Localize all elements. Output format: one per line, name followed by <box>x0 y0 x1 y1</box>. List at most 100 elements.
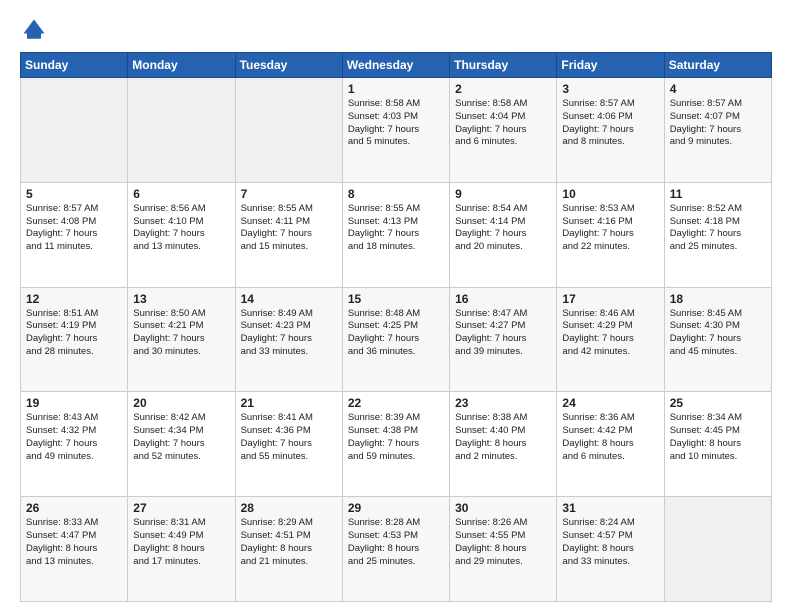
calendar-cell: 12Sunrise: 8:51 AM Sunset: 4:19 PM Dayli… <box>21 287 128 392</box>
day-info: Sunrise: 8:57 AM Sunset: 4:08 PM Dayligh… <box>26 203 122 254</box>
calendar-cell: 22 Sunrise: 8:39 AM Sunset: 4:38 PM Dayli… <box>342 392 449 497</box>
day-info: Sunrise: 8:45 AM Sunset: 4:30 PM Dayligh… <box>670 308 766 359</box>
day-number: 14 <box>241 292 337 306</box>
calendar-cell: 26 Sunrise: 8:33 AM Sunset: 4:47 PM Dayli… <box>21 497 128 602</box>
calendar-cell: 13 Sunrise: 8:50 AM Sunset: 4:21 PM Dayli… <box>128 287 235 392</box>
day-info: Sunrise: 8:29 AM Sunset: 4:51 PM Dayligh… <box>241 517 337 568</box>
day-number: 2 <box>455 82 551 96</box>
calendar-week-2: 5 Sunrise: 8:57 AM Sunset: 4:08 PM Daylig… <box>21 182 772 287</box>
day-info: Sunrise: 8:55 AM Sunset: 4:13 PM Dayligh… <box>348 203 444 254</box>
day-info: Sunrise: 8:41 AM Sunset: 4:36 PM Dayligh… <box>241 412 337 463</box>
calendar-cell <box>21 78 128 183</box>
calendar-cell: 31 Sunrise: 8:24 AM Sunset: 4:57 PM Dayli… <box>557 497 664 602</box>
day-number: 31 <box>562 501 658 515</box>
calendar-table: SundayMondayTuesdayWednesdayThursdayFrid… <box>20 52 772 602</box>
day-number: 22 <box>348 396 444 410</box>
day-number: 16 <box>455 292 551 306</box>
day-number: 4 <box>670 82 766 96</box>
calendar-cell: 23Sunrise: 8:38 AM Sunset: 4:40 PM Dayli… <box>450 392 557 497</box>
day-number: 5 <box>26 187 122 201</box>
calendar-cell: 15 Sunrise: 8:48 AM Sunset: 4:25 PM Dayli… <box>342 287 449 392</box>
day-info: Sunrise: 8:49 AM Sunset: 4:23 PM Dayligh… <box>241 308 337 359</box>
calendar-cell: 24 Sunrise: 8:36 AM Sunset: 4:42 PM Dayli… <box>557 392 664 497</box>
day-number: 17 <box>562 292 658 306</box>
day-info: Sunrise: 8:53 AM Sunset: 4:16 PM Dayligh… <box>562 203 658 254</box>
day-info: Sunrise: 8:58 AM Sunset: 4:03 PM Dayligh… <box>348 98 444 149</box>
day-number: 19 <box>26 396 122 410</box>
calendar-weekday-sunday: Sunday <box>21 53 128 78</box>
day-number: 27 <box>133 501 229 515</box>
calendar-cell: 25 Sunrise: 8:34 AM Sunset: 4:45 PM Dayli… <box>664 392 771 497</box>
calendar-weekday-saturday: Saturday <box>664 53 771 78</box>
calendar-cell: 9 Sunrise: 8:54 AM Sunset: 4:14 PM Daylig… <box>450 182 557 287</box>
calendar-cell: 5 Sunrise: 8:57 AM Sunset: 4:08 PM Daylig… <box>21 182 128 287</box>
calendar-cell: 19 Sunrise: 8:43 AM Sunset: 4:32 PM Dayli… <box>21 392 128 497</box>
calendar-cell: 28 Sunrise: 8:29 AM Sunset: 4:51 PM Dayli… <box>235 497 342 602</box>
day-number: 26 <box>26 501 122 515</box>
calendar-header-row: SundayMondayTuesdayWednesdayThursdayFrid… <box>21 53 772 78</box>
calendar-cell: 7 Sunrise: 8:55 AM Sunset: 4:11 PM Daylig… <box>235 182 342 287</box>
day-number: 7 <box>241 187 337 201</box>
day-info: Sunrise: 8:55 AM Sunset: 4:11 PM Dayligh… <box>241 203 337 254</box>
day-number: 13 <box>133 292 229 306</box>
calendar-cell: 21 Sunrise: 8:41 AM Sunset: 4:36 PM Dayli… <box>235 392 342 497</box>
calendar-cell <box>664 497 771 602</box>
calendar-cell: 4 Sunrise: 8:57 AM Sunset: 4:07 PM Daylig… <box>664 78 771 183</box>
calendar-week-4: 19 Sunrise: 8:43 AM Sunset: 4:32 PM Dayli… <box>21 392 772 497</box>
calendar-week-5: 26 Sunrise: 8:33 AM Sunset: 4:47 PM Dayli… <box>21 497 772 602</box>
day-number: 20 <box>133 396 229 410</box>
calendar-cell: 27 Sunrise: 8:31 AM Sunset: 4:49 PM Dayli… <box>128 497 235 602</box>
day-number: 6 <box>133 187 229 201</box>
header <box>20 16 772 44</box>
day-number: 11 <box>670 187 766 201</box>
page: SundayMondayTuesdayWednesdayThursdayFrid… <box>0 0 792 612</box>
calendar-cell: 20 Sunrise: 8:42 AM Sunset: 4:34 PM Dayli… <box>128 392 235 497</box>
day-info: Sunrise: 8:26 AM Sunset: 4:55 PM Dayligh… <box>455 517 551 568</box>
day-info: Sunrise: 8:28 AM Sunset: 4:53 PM Dayligh… <box>348 517 444 568</box>
logo-icon <box>20 16 48 44</box>
calendar-week-3: 12Sunrise: 8:51 AM Sunset: 4:19 PM Dayli… <box>21 287 772 392</box>
logo <box>20 16 52 44</box>
day-info: Sunrise: 8:48 AM Sunset: 4:25 PM Dayligh… <box>348 308 444 359</box>
day-number: 25 <box>670 396 766 410</box>
calendar-cell: 11 Sunrise: 8:52 AM Sunset: 4:18 PM Dayli… <box>664 182 771 287</box>
calendar-cell: 29 Sunrise: 8:28 AM Sunset: 4:53 PM Dayli… <box>342 497 449 602</box>
day-info: Sunrise: 8:33 AM Sunset: 4:47 PM Dayligh… <box>26 517 122 568</box>
calendar-cell: 14 Sunrise: 8:49 AM Sunset: 4:23 PM Dayli… <box>235 287 342 392</box>
day-number: 29 <box>348 501 444 515</box>
day-info: Sunrise: 8:34 AM Sunset: 4:45 PM Dayligh… <box>670 412 766 463</box>
day-number: 3 <box>562 82 658 96</box>
calendar-weekday-monday: Monday <box>128 53 235 78</box>
day-info: Sunrise: 8:24 AM Sunset: 4:57 PM Dayligh… <box>562 517 658 568</box>
day-info: Sunrise: 8:57 AM Sunset: 4:07 PM Dayligh… <box>670 98 766 149</box>
day-info: Sunrise: 8:50 AM Sunset: 4:21 PM Dayligh… <box>133 308 229 359</box>
day-info: Sunrise: 8:38 AM Sunset: 4:40 PM Dayligh… <box>455 412 551 463</box>
day-number: 21 <box>241 396 337 410</box>
day-info: Sunrise: 8:57 AM Sunset: 4:06 PM Dayligh… <box>562 98 658 149</box>
calendar-cell: 3 Sunrise: 8:57 AM Sunset: 4:06 PM Daylig… <box>557 78 664 183</box>
day-info: Sunrise: 8:52 AM Sunset: 4:18 PM Dayligh… <box>670 203 766 254</box>
day-info: Sunrise: 8:39 AM Sunset: 4:38 PM Dayligh… <box>348 412 444 463</box>
day-info: Sunrise: 8:42 AM Sunset: 4:34 PM Dayligh… <box>133 412 229 463</box>
calendar-cell: 16Sunrise: 8:47 AM Sunset: 4:27 PM Dayli… <box>450 287 557 392</box>
calendar-cell: 18Sunrise: 8:45 AM Sunset: 4:30 PM Dayli… <box>664 287 771 392</box>
calendar-cell: 1 Sunrise: 8:58 AM Sunset: 4:03 PM Daylig… <box>342 78 449 183</box>
day-number: 1 <box>348 82 444 96</box>
day-info: Sunrise: 8:54 AM Sunset: 4:14 PM Dayligh… <box>455 203 551 254</box>
calendar-cell: 2Sunrise: 8:58 AM Sunset: 4:04 PM Daylig… <box>450 78 557 183</box>
calendar-cell <box>235 78 342 183</box>
calendar-weekday-friday: Friday <box>557 53 664 78</box>
calendar-cell <box>128 78 235 183</box>
day-info: Sunrise: 8:31 AM Sunset: 4:49 PM Dayligh… <box>133 517 229 568</box>
day-info: Sunrise: 8:43 AM Sunset: 4:32 PM Dayligh… <box>26 412 122 463</box>
calendar-weekday-thursday: Thursday <box>450 53 557 78</box>
day-number: 15 <box>348 292 444 306</box>
day-number: 9 <box>455 187 551 201</box>
day-number: 10 <box>562 187 658 201</box>
calendar-cell: 30 Sunrise: 8:26 AM Sunset: 4:55 PM Dayli… <box>450 497 557 602</box>
day-number: 24 <box>562 396 658 410</box>
day-number: 12 <box>26 292 122 306</box>
day-number: 30 <box>455 501 551 515</box>
day-info: Sunrise: 8:36 AM Sunset: 4:42 PM Dayligh… <box>562 412 658 463</box>
day-number: 28 <box>241 501 337 515</box>
